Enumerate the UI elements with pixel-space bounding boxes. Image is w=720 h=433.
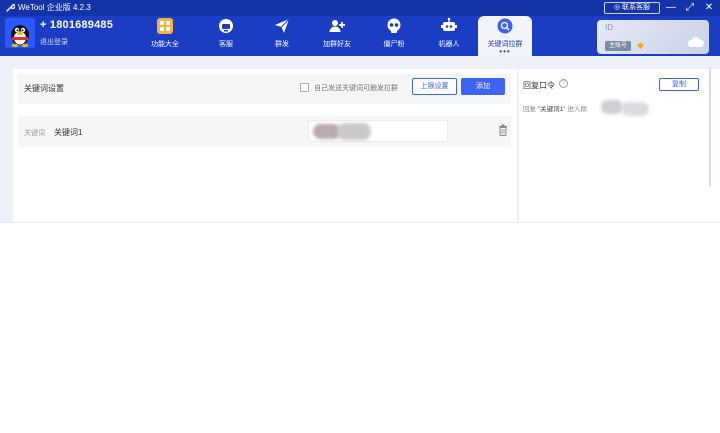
self-trigger-checkbox[interactable] bbox=[300, 83, 309, 92]
keyword-icon bbox=[497, 18, 513, 34]
add-keyword-button[interactable]: 添加 bbox=[461, 78, 505, 95]
keyword-value: 关键词1 bbox=[54, 128, 83, 137]
nav-item-service[interactable]: 客服 bbox=[206, 16, 246, 56]
app-window: WeTool 企业版 4.2.3 ◎ 联系客服 — ⤢ ✕ + 180168948… bbox=[0, 0, 720, 433]
nav-item-broadcast[interactable]: 群发 bbox=[262, 16, 302, 56]
group-selector[interactable] bbox=[308, 120, 448, 142]
cloud-icon bbox=[687, 36, 704, 47]
account-card[interactable]: ID: 主账号 ◆ bbox=[597, 20, 709, 54]
maximize-icon[interactable]: ⤢ bbox=[683, 1, 697, 15]
nav-label: 加群好友 bbox=[323, 41, 351, 48]
nav-item-zombie-fans[interactable]: 僵尸粉 bbox=[374, 16, 414, 56]
nav-item-features[interactable]: 功能大全 bbox=[142, 16, 188, 56]
user-phone: + 1801689485 bbox=[40, 19, 114, 31]
reply-keyword: "关键词1" bbox=[537, 106, 566, 113]
keyword-settings-title: 关键词设置 bbox=[24, 84, 64, 93]
divider bbox=[0, 222, 720, 223]
active-indicator-icon: ••• bbox=[499, 47, 511, 56]
app-title: WeTool 企业版 4.2.3 bbox=[18, 3, 91, 12]
logout-link[interactable]: 退出登录 bbox=[40, 37, 68, 47]
nav-item-robot[interactable]: 机器人 bbox=[428, 16, 470, 56]
headset-small-icon: ◎ bbox=[613, 4, 621, 11]
close-icon[interactable]: ✕ bbox=[702, 1, 716, 15]
account-type-badge: 主账号 bbox=[605, 41, 632, 51]
title-bar: WeTool 企业版 4.2.3 ◎ 联系客服 — ⤢ ✕ bbox=[0, 0, 720, 16]
reply-suffix: 进入群 bbox=[567, 106, 587, 113]
reply-code-text: 回复 "关键词1" 进入群 bbox=[523, 103, 587, 113]
nav-item-add-group-friends[interactable]: 加群好友 bbox=[316, 16, 358, 56]
headset-icon bbox=[219, 19, 233, 33]
contact-support-button[interactable]: ◎ 联系客服 bbox=[604, 2, 660, 14]
group-name-blurred bbox=[337, 123, 371, 140]
scrollbar[interactable] bbox=[709, 67, 711, 187]
limit-settings-button[interactable]: 上限设置 bbox=[412, 78, 457, 95]
header-bar: + 1801689485 退出登录 功能大全 客服 群发 加群好友 僵尸粉 机器… bbox=[0, 16, 720, 56]
copy-button[interactable]: 复制 bbox=[659, 78, 699, 91]
reply-code-panel: 回复口令 ? 复制 回复 "关键词1" 进入群 bbox=[519, 69, 720, 222]
nav-label: 僵尸粉 bbox=[383, 41, 405, 48]
robot-icon bbox=[441, 17, 457, 31]
send-icon bbox=[275, 18, 290, 33]
content-area: 关键词设置 自己发送关键词可触发拉群 上限设置 添加 关键词 关键词1 回复口令… bbox=[0, 56, 720, 222]
skull-icon bbox=[387, 18, 401, 33]
nav-label: 机器人 bbox=[438, 41, 460, 48]
minimize-icon[interactable]: — bbox=[664, 1, 678, 15]
nav-label: 群发 bbox=[275, 41, 289, 48]
penguin-avatar-icon bbox=[5, 18, 35, 48]
vip-diamond-icon: ◆ bbox=[637, 40, 644, 50]
self-trigger-label: 自己发送关键词可触发拉群 bbox=[314, 85, 398, 92]
reply-code-title: 回复口令 bbox=[523, 81, 555, 90]
wrench-logo-icon bbox=[6, 3, 15, 12]
keyword-row: 关键词 关键词1 bbox=[18, 116, 511, 147]
group-name-blurred bbox=[621, 102, 649, 116]
nav-item-keyword-group[interactable]: 关键词拉群 ••• bbox=[478, 16, 532, 56]
add-group-icon bbox=[329, 20, 345, 32]
keyword-settings-panel: 关键词设置 自己发送关键词可触发拉群 上限设置 添加 关键词 关键词1 bbox=[13, 69, 517, 222]
keyword-label: 关键词 bbox=[24, 130, 45, 137]
trash-icon[interactable] bbox=[498, 124, 508, 136]
help-icon[interactable]: ? bbox=[559, 79, 568, 88]
avatar[interactable] bbox=[5, 18, 35, 48]
nav-label: 功能大全 bbox=[151, 41, 179, 48]
account-id-label: ID: bbox=[605, 23, 616, 32]
grid-icon bbox=[157, 18, 173, 34]
reply-prefix: 回复 bbox=[523, 106, 536, 113]
nav-label: 客服 bbox=[219, 41, 233, 48]
group-avatar-blurred bbox=[601, 100, 623, 114]
keyword-settings-header: 关键词设置 自己发送关键词可触发拉群 上限设置 添加 bbox=[18, 74, 511, 104]
contact-support-label: 联系客服 bbox=[622, 4, 651, 11]
